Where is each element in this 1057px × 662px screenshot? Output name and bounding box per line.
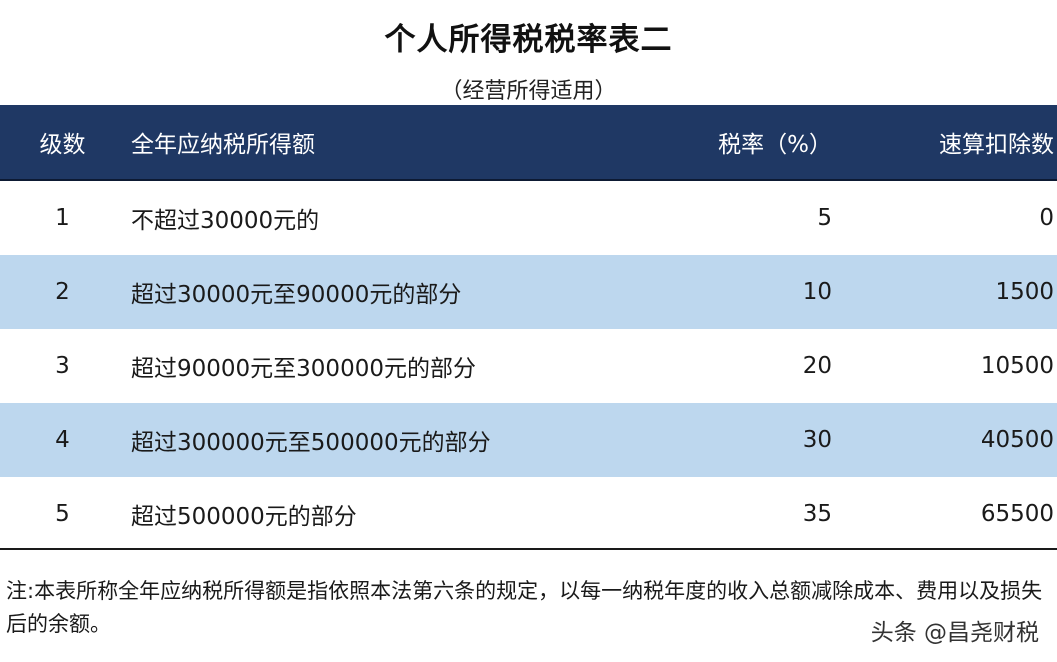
header-tax-rate: 税率（%） xyxy=(718,132,832,158)
quick-deduction-cell: 10500 xyxy=(980,353,1054,379)
taxable-income-cell: 超过30000元至90000元的部分 xyxy=(131,282,462,308)
quick-deduction-cell: 1500 xyxy=(995,279,1054,305)
level-cell: 5 xyxy=(55,501,70,527)
table-row: 1 不超过30000元的 5 0 xyxy=(0,181,1057,255)
level-cell: 2 xyxy=(55,279,70,305)
header-quick-deduction: 速算扣除数 xyxy=(939,132,1054,158)
source-watermark: 头条 @昌尧财税 xyxy=(870,620,1039,646)
quick-deduction-cell: 65500 xyxy=(980,501,1054,527)
page-title: 个人所得税税率表二 xyxy=(384,22,673,58)
table-bottom-rule xyxy=(0,548,1057,550)
table-header-row: 级数 全年应纳税所得额 税率（%） 速算扣除数 xyxy=(0,105,1057,181)
tax-rate-table: 级数 全年应纳税所得额 税率（%） 速算扣除数 1 不超过30000元的 5 0… xyxy=(0,105,1057,551)
tax-rate-cell: 20 xyxy=(802,353,832,379)
level-cell: 3 xyxy=(55,353,70,379)
taxable-income-cell: 超过90000元至300000元的部分 xyxy=(131,356,476,382)
page-subtitle: （经营所得适用） xyxy=(440,79,617,104)
quick-deduction-cell: 0 xyxy=(1039,205,1054,231)
table-row: 4 超过300000元至500000元的部分 30 40500 xyxy=(0,403,1057,477)
taxable-income-cell: 不超过30000元的 xyxy=(131,208,320,234)
table-row: 5 超过500000元的部分 35 65500 xyxy=(0,477,1057,551)
tax-rate-cell: 5 xyxy=(817,205,832,231)
quick-deduction-cell: 40500 xyxy=(980,427,1054,453)
header-taxable-income: 全年应纳税所得额 xyxy=(131,132,315,158)
table-row: 2 超过30000元至90000元的部分 10 1500 xyxy=(0,255,1057,329)
tax-rate-cell: 35 xyxy=(802,501,832,527)
tax-rate-cell: 10 xyxy=(802,279,832,305)
level-cell: 4 xyxy=(55,427,70,453)
taxable-income-cell: 超过300000元至500000元的部分 xyxy=(131,430,491,456)
level-cell: 1 xyxy=(55,205,70,231)
table-row: 3 超过90000元至300000元的部分 20 10500 xyxy=(0,329,1057,403)
header-level: 级数 xyxy=(39,132,86,158)
tax-rate-cell: 30 xyxy=(802,427,832,453)
taxable-income-cell: 超过500000元的部分 xyxy=(131,504,357,530)
